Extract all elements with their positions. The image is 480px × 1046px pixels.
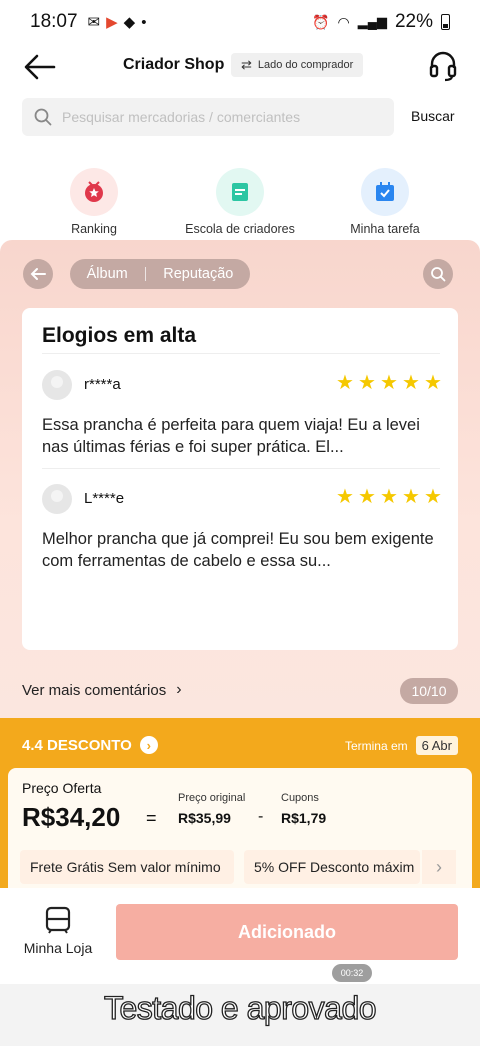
medal-icon — [70, 168, 118, 216]
star-icon: ★ — [380, 486, 398, 508]
search-button[interactable]: Buscar — [411, 108, 455, 124]
buyer-mode-label: Lado do comprador — [257, 59, 354, 71]
alarm-icon: ⏰ — [312, 13, 330, 30]
tab-divider — [144, 267, 146, 281]
headset-icon — [429, 51, 457, 82]
page-indicator: 10/10 — [400, 678, 458, 704]
customer-service-button[interactable] — [428, 50, 458, 82]
offer-label: Preço Oferta — [22, 780, 102, 796]
my-shop-button[interactable]: Minha Loja — [18, 906, 98, 956]
ends-label: Termina em — [344, 738, 408, 753]
buyer-mode-toggle[interactable]: ⇄ Lado do comprador — [231, 53, 364, 77]
chevron-right-icon[interactable]: › — [422, 850, 456, 884]
search-row: Buscar — [0, 96, 480, 140]
mail-icon: ✉ — [87, 14, 101, 31]
tab-album[interactable]: Álbum — [87, 266, 128, 282]
original-price-label: Preço original — [178, 792, 246, 804]
star-icon: ★ — [336, 486, 354, 508]
shop-icon — [45, 906, 71, 934]
page-title: Criador Shop — [123, 56, 225, 73]
panel-search-button[interactable] — [423, 259, 453, 289]
avatar — [42, 370, 72, 400]
notification-icons: ✉ ▶ ◆ • — [87, 13, 147, 32]
quick-label-school: Escola de criadores — [185, 222, 295, 236]
review-text: Melhor prancha que já comprei! Eu sou be… — [42, 530, 434, 570]
quick-item-task[interactable]: Minha tarefa — [325, 168, 445, 236]
quick-item-school[interactable]: Escola de criadores — [180, 168, 300, 236]
coupon-label: Cupons — [281, 792, 319, 804]
my-shop-label: Minha Loja — [23, 940, 93, 956]
star-icon: ★ — [358, 372, 376, 394]
original-price: R$35,99 — [178, 810, 231, 826]
status-bar: 18:07 ✉ ▶ ◆ • ⏰ ◠ ▂▄▆ 22% — [0, 0, 480, 44]
battery-icon — [441, 14, 450, 30]
star-icon: ★ — [336, 372, 354, 394]
quick-label-task: Minha tarefa — [350, 222, 420, 236]
battery-level: 22% — [394, 11, 433, 32]
ends-date: 6 Abr — [415, 736, 458, 755]
search-box[interactable] — [22, 98, 394, 136]
coupon-value: R$1,79 — [281, 810, 327, 826]
video-icon: ▶ — [106, 14, 118, 31]
discount-title-label: 4.4 DESCONTO — [22, 736, 132, 754]
divider — [42, 468, 440, 469]
star-icon: ★ — [424, 486, 442, 508]
dot-icon: • — [141, 13, 147, 31]
quick-label-ranking: Ranking — [71, 222, 117, 236]
arrow-left-icon — [24, 54, 56, 80]
wifi-icon: ◠ — [337, 13, 350, 30]
reviews-title: Elogios em alta — [42, 324, 197, 347]
quick-item-ranking[interactable]: Ranking — [34, 168, 154, 236]
review-tabs: Álbum Reputação — [70, 259, 250, 289]
book-icon — [216, 168, 264, 216]
review-user: L****e — [84, 490, 125, 507]
more-comments-row: Ver mais comentários › 10/10 — [22, 678, 458, 706]
divider — [42, 353, 440, 354]
page-header: Criador Shop ⇄ Lado do comprador — [0, 44, 480, 90]
search-icon — [431, 267, 446, 282]
reviews-card: Elogios em alta r****a ★ ★ ★ ★ ★ Essa pr… — [22, 308, 458, 650]
calendar-check-icon — [361, 168, 409, 216]
review-text: Essa prancha é perfeita para quem viaja!… — [42, 416, 420, 456]
discount-title[interactable]: 4.4 DESCONTO › — [22, 736, 158, 754]
swap-icon: ⇄ — [241, 57, 252, 72]
search-icon — [34, 108, 52, 126]
chevron-right-icon: › — [139, 736, 158, 754]
back-button[interactable] — [22, 50, 58, 84]
status-time: 18:07 — [30, 11, 78, 32]
star-icon: ★ — [358, 486, 376, 508]
star-icon: ★ — [402, 486, 420, 508]
arrow-left-icon — [30, 268, 46, 280]
tab-reputation[interactable]: Reputação — [163, 266, 233, 282]
promo-discount[interactable]: 5% OFF Desconto máxim — [244, 850, 420, 884]
avatar — [42, 484, 72, 514]
star-icon: ★ — [380, 372, 398, 394]
timer-badge: 00:32 — [332, 964, 372, 982]
discount-section: 4.4 DESCONTO › Termina em 6 Abr Preço Of… — [0, 718, 480, 908]
video-caption: Testado e aprovado — [103, 989, 377, 1026]
discount-countdown: Termina em 6 Abr — [345, 736, 458, 755]
promo-free-shipping[interactable]: Frete Grátis Sem valor mínimo — [20, 850, 234, 884]
star-rating: ★ ★ ★ ★ ★ — [336, 486, 442, 508]
star-icon: ★ — [424, 372, 442, 394]
signal-icon: ▂▄▆ — [357, 14, 387, 29]
see-more-label: Ver mais comentários — [22, 681, 167, 699]
app-icon: ◆ — [123, 14, 136, 31]
chevron-right-icon: › — [176, 681, 182, 698]
minus-sign: - — [258, 808, 264, 825]
quick-menu: Ranking Escola de criadores Minha tarefa — [14, 156, 466, 246]
panel-back-button[interactable] — [23, 259, 53, 289]
search-input[interactable] — [62, 109, 362, 125]
equals-sign: = — [146, 808, 157, 828]
star-icon: ★ — [402, 372, 420, 394]
see-more-comments-link[interactable]: Ver mais comentários › — [22, 681, 182, 699]
review-user: r****a — [84, 376, 121, 393]
offer-price: R$34,20 — [22, 802, 121, 832]
review-panel-toolbar: Álbum Reputação — [0, 255, 480, 293]
star-rating: ★ ★ ★ ★ ★ — [336, 372, 442, 394]
bottom-bar: Minha Loja Adicionado 00:32 — [0, 888, 480, 984]
added-button[interactable]: Adicionado — [116, 904, 458, 960]
price-card: Preço Oferta R$34,20 = Preço original R$… — [8, 768, 472, 908]
